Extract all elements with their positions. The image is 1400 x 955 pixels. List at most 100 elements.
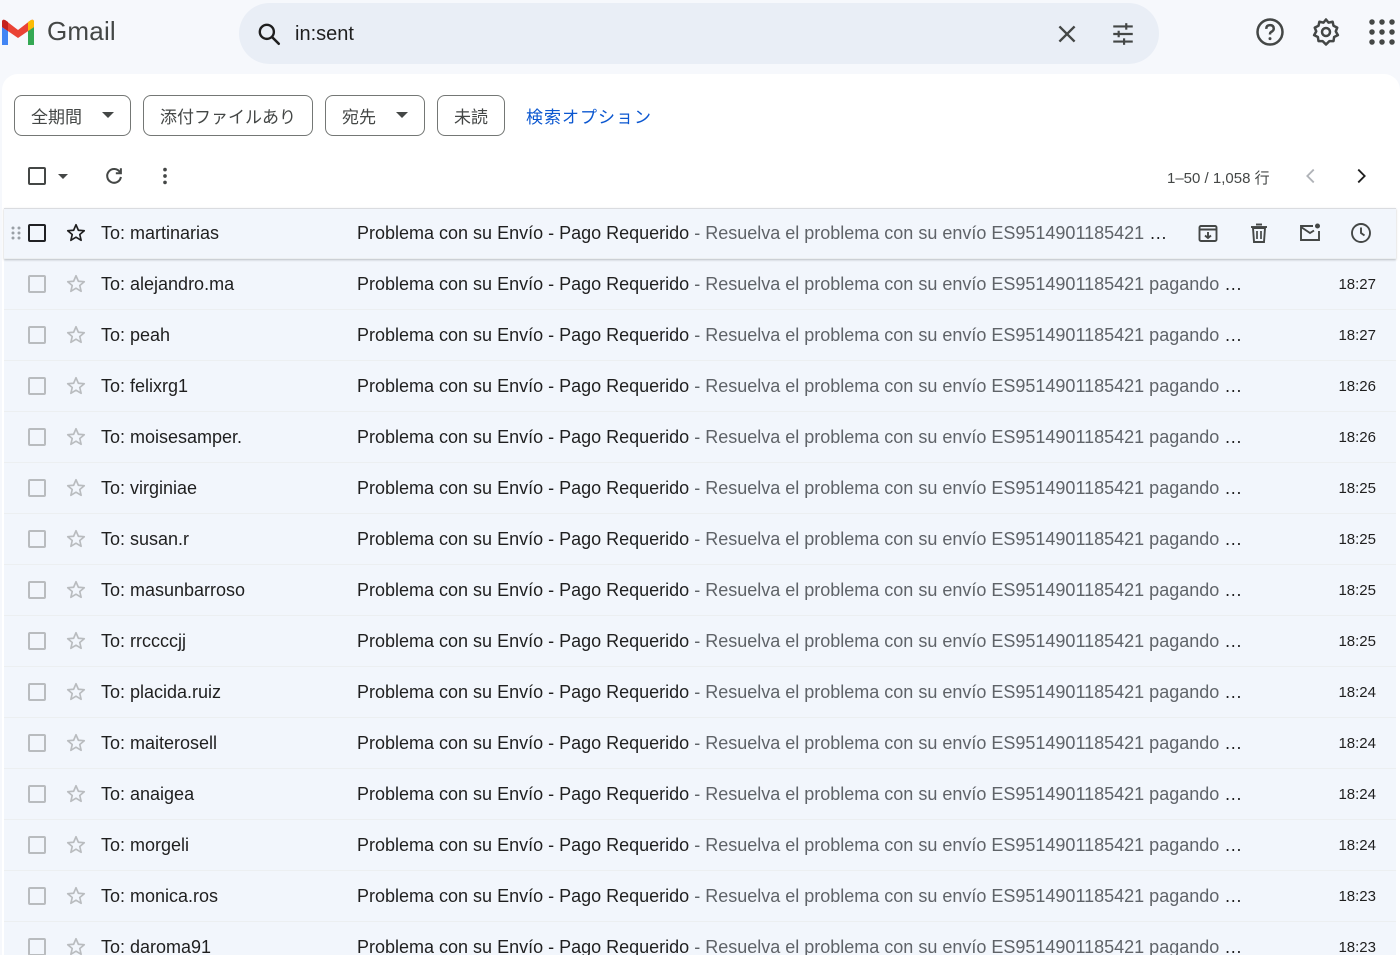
row-checkbox[interactable] — [28, 632, 46, 650]
subject-line: Problema con su Envío - Pago Requerido -… — [357, 223, 1172, 244]
recipient: To: virginiae — [101, 478, 198, 498]
subject: Problema con su Envío - Pago Requerido — [357, 835, 690, 855]
star-icon[interactable] — [65, 834, 87, 856]
more-vert-icon[interactable] — [154, 165, 176, 187]
star-icon[interactable] — [65, 681, 87, 703]
star-icon[interactable] — [65, 375, 87, 397]
star-icon[interactable] — [65, 783, 87, 805]
row-checkbox[interactable] — [28, 785, 46, 803]
star-icon[interactable] — [65, 732, 87, 754]
row-checkbox[interactable] — [28, 326, 46, 344]
help-icon[interactable] — [1255, 17, 1285, 47]
gmail-logo[interactable]: Gmail — [0, 16, 116, 47]
subject: Problema con su Envío - Pago Requerido — [357, 886, 690, 906]
delete-icon[interactable] — [1247, 221, 1271, 245]
recipient: To: susan.r — [101, 529, 190, 549]
star-icon[interactable] — [65, 936, 87, 955]
row-checkbox[interactable] — [28, 581, 46, 599]
table-row[interactable]: To: anaigea Problema con su Envío - Pago … — [4, 769, 1396, 820]
subject: Problema con su Envío - Pago Requerido — [357, 682, 690, 702]
star-icon[interactable] — [65, 630, 87, 652]
subject-line: Problema con su Envío - Pago Requerido -… — [357, 529, 1252, 550]
close-icon[interactable] — [1054, 21, 1080, 47]
table-row[interactable]: To: susan.r Problema con su Envío - Pago … — [4, 514, 1396, 565]
row-checkbox[interactable] — [28, 479, 46, 497]
chevron-left-icon[interactable] — [1300, 165, 1322, 187]
table-row[interactable]: To: morgeli Problema con su Envío - Pago … — [4, 820, 1396, 871]
advanced-search-link[interactable]: 検索オプション — [526, 103, 652, 128]
star-icon[interactable] — [65, 528, 87, 550]
row-checkbox[interactable] — [28, 275, 46, 293]
gmail-m-icon — [2, 19, 34, 45]
subject-line: Problema con su Envío - Pago Requerido -… — [357, 784, 1252, 805]
snippet: - Resuelva el problema con su envío ES95… — [689, 478, 1252, 498]
star-icon[interactable] — [65, 426, 87, 448]
subject: Problema con su Envío - Pago Requerido — [357, 784, 690, 804]
chevron-down-icon — [102, 112, 114, 118]
subject: Problema con su Envío - Pago Requerido — [357, 274, 690, 294]
search-bar[interactable] — [239, 3, 1159, 64]
drag-handle-icon[interactable] — [10, 225, 22, 241]
subject-line: Problema con su Envío - Pago Requerido -… — [357, 325, 1252, 346]
row-checkbox[interactable] — [28, 224, 46, 242]
snooze-icon[interactable] — [1349, 221, 1373, 245]
settings-icon[interactable] — [1311, 17, 1341, 47]
table-row[interactable]: To: moisesamper. Problema con su Envío - … — [4, 412, 1396, 463]
row-checkbox[interactable] — [28, 530, 46, 548]
star-icon[interactable] — [65, 579, 87, 601]
snippet: - Resuelva el problema con su envío ES95… — [689, 580, 1252, 600]
recipient: To: monica.ros — [101, 886, 219, 906]
select-all-checkbox[interactable] — [28, 167, 46, 185]
search-input[interactable] — [295, 17, 995, 51]
timestamp: 18:25 — [1338, 531, 1376, 548]
chip-label: 未読 — [454, 107, 488, 127]
select-dropdown-icon[interactable] — [58, 174, 68, 179]
app-header: Gmail — [0, 0, 1400, 68]
star-icon[interactable] — [65, 324, 87, 346]
search-options-tune-icon[interactable] — [1110, 21, 1136, 47]
star-icon[interactable] — [65, 477, 87, 499]
subject: Problema con su Envío - Pago Requerido — [357, 733, 690, 753]
chip-has-attachment[interactable]: 添付ファイルあり — [143, 94, 313, 136]
chip-unread[interactable]: 未読 — [437, 94, 505, 136]
row-checkbox[interactable] — [28, 428, 46, 446]
table-row[interactable]: To: alejandro.ma Problema con su Envío - … — [4, 259, 1396, 310]
app-name: Gmail — [47, 16, 116, 46]
table-row[interactable]: To: felixrg1 Problema con su Envío - Pago… — [4, 361, 1396, 412]
search-icon[interactable] — [256, 21, 282, 47]
subject: Problema con su Envío - Pago Requerido — [357, 427, 690, 447]
row-checkbox[interactable] — [28, 836, 46, 854]
mark-unread-icon[interactable] — [1298, 221, 1322, 245]
archive-icon[interactable] — [1196, 221, 1220, 245]
table-row[interactable]: To: rrccccjj Problema con su Envío - Pago… — [4, 616, 1396, 667]
snippet: - Resuelva el problema con su envío ES95… — [689, 427, 1252, 447]
row-checkbox[interactable] — [28, 683, 46, 701]
chip-date-range[interactable]: 全期間 — [14, 94, 131, 136]
row-checkbox[interactable] — [28, 377, 46, 395]
table-row[interactable]: To: martinarias Problema con su Envío - P… — [4, 208, 1396, 259]
table-row[interactable]: To: peah Problema con su Envío - Pago Req… — [4, 310, 1396, 361]
table-row[interactable]: To: maiterosell Problema con su Envío - P… — [4, 718, 1396, 769]
chip-to[interactable]: 宛先 — [325, 94, 425, 136]
row-checkbox[interactable] — [28, 938, 46, 955]
chevron-right-icon[interactable] — [1350, 165, 1372, 187]
table-row[interactable]: To: virginiae Problema con su Envío - Pag… — [4, 463, 1396, 514]
subject: Problema con su Envío - Pago Requerido — [357, 376, 690, 396]
star-icon[interactable] — [65, 273, 87, 295]
row-checkbox[interactable] — [28, 887, 46, 905]
table-row[interactable]: To: placida.ruiz Problema con su Envío - … — [4, 667, 1396, 718]
recipient: To: daroma91 — [101, 937, 212, 955]
apps-icon[interactable] — [1367, 17, 1397, 47]
row-checkbox[interactable] — [28, 734, 46, 752]
table-row[interactable]: To: monica.ros Problema con su Envío - Pa… — [4, 871, 1396, 922]
table-row[interactable]: To: daroma91 Problema con su Envío - Pago… — [4, 922, 1396, 955]
refresh-icon[interactable] — [103, 165, 125, 187]
subject: Problema con su Envío - Pago Requerido — [357, 529, 690, 549]
star-icon[interactable] — [65, 222, 87, 244]
star-icon[interactable] — [65, 885, 87, 907]
snippet: - Resuelva el problema con su envío ES95… — [689, 631, 1252, 651]
subject: Problema con su Envío - Pago Requerido — [357, 580, 690, 600]
timestamp: 18:23 — [1338, 939, 1376, 955]
table-row[interactable]: To: masunbarroso Problema con su Envío - … — [4, 565, 1396, 616]
chevron-down-icon — [396, 112, 408, 118]
